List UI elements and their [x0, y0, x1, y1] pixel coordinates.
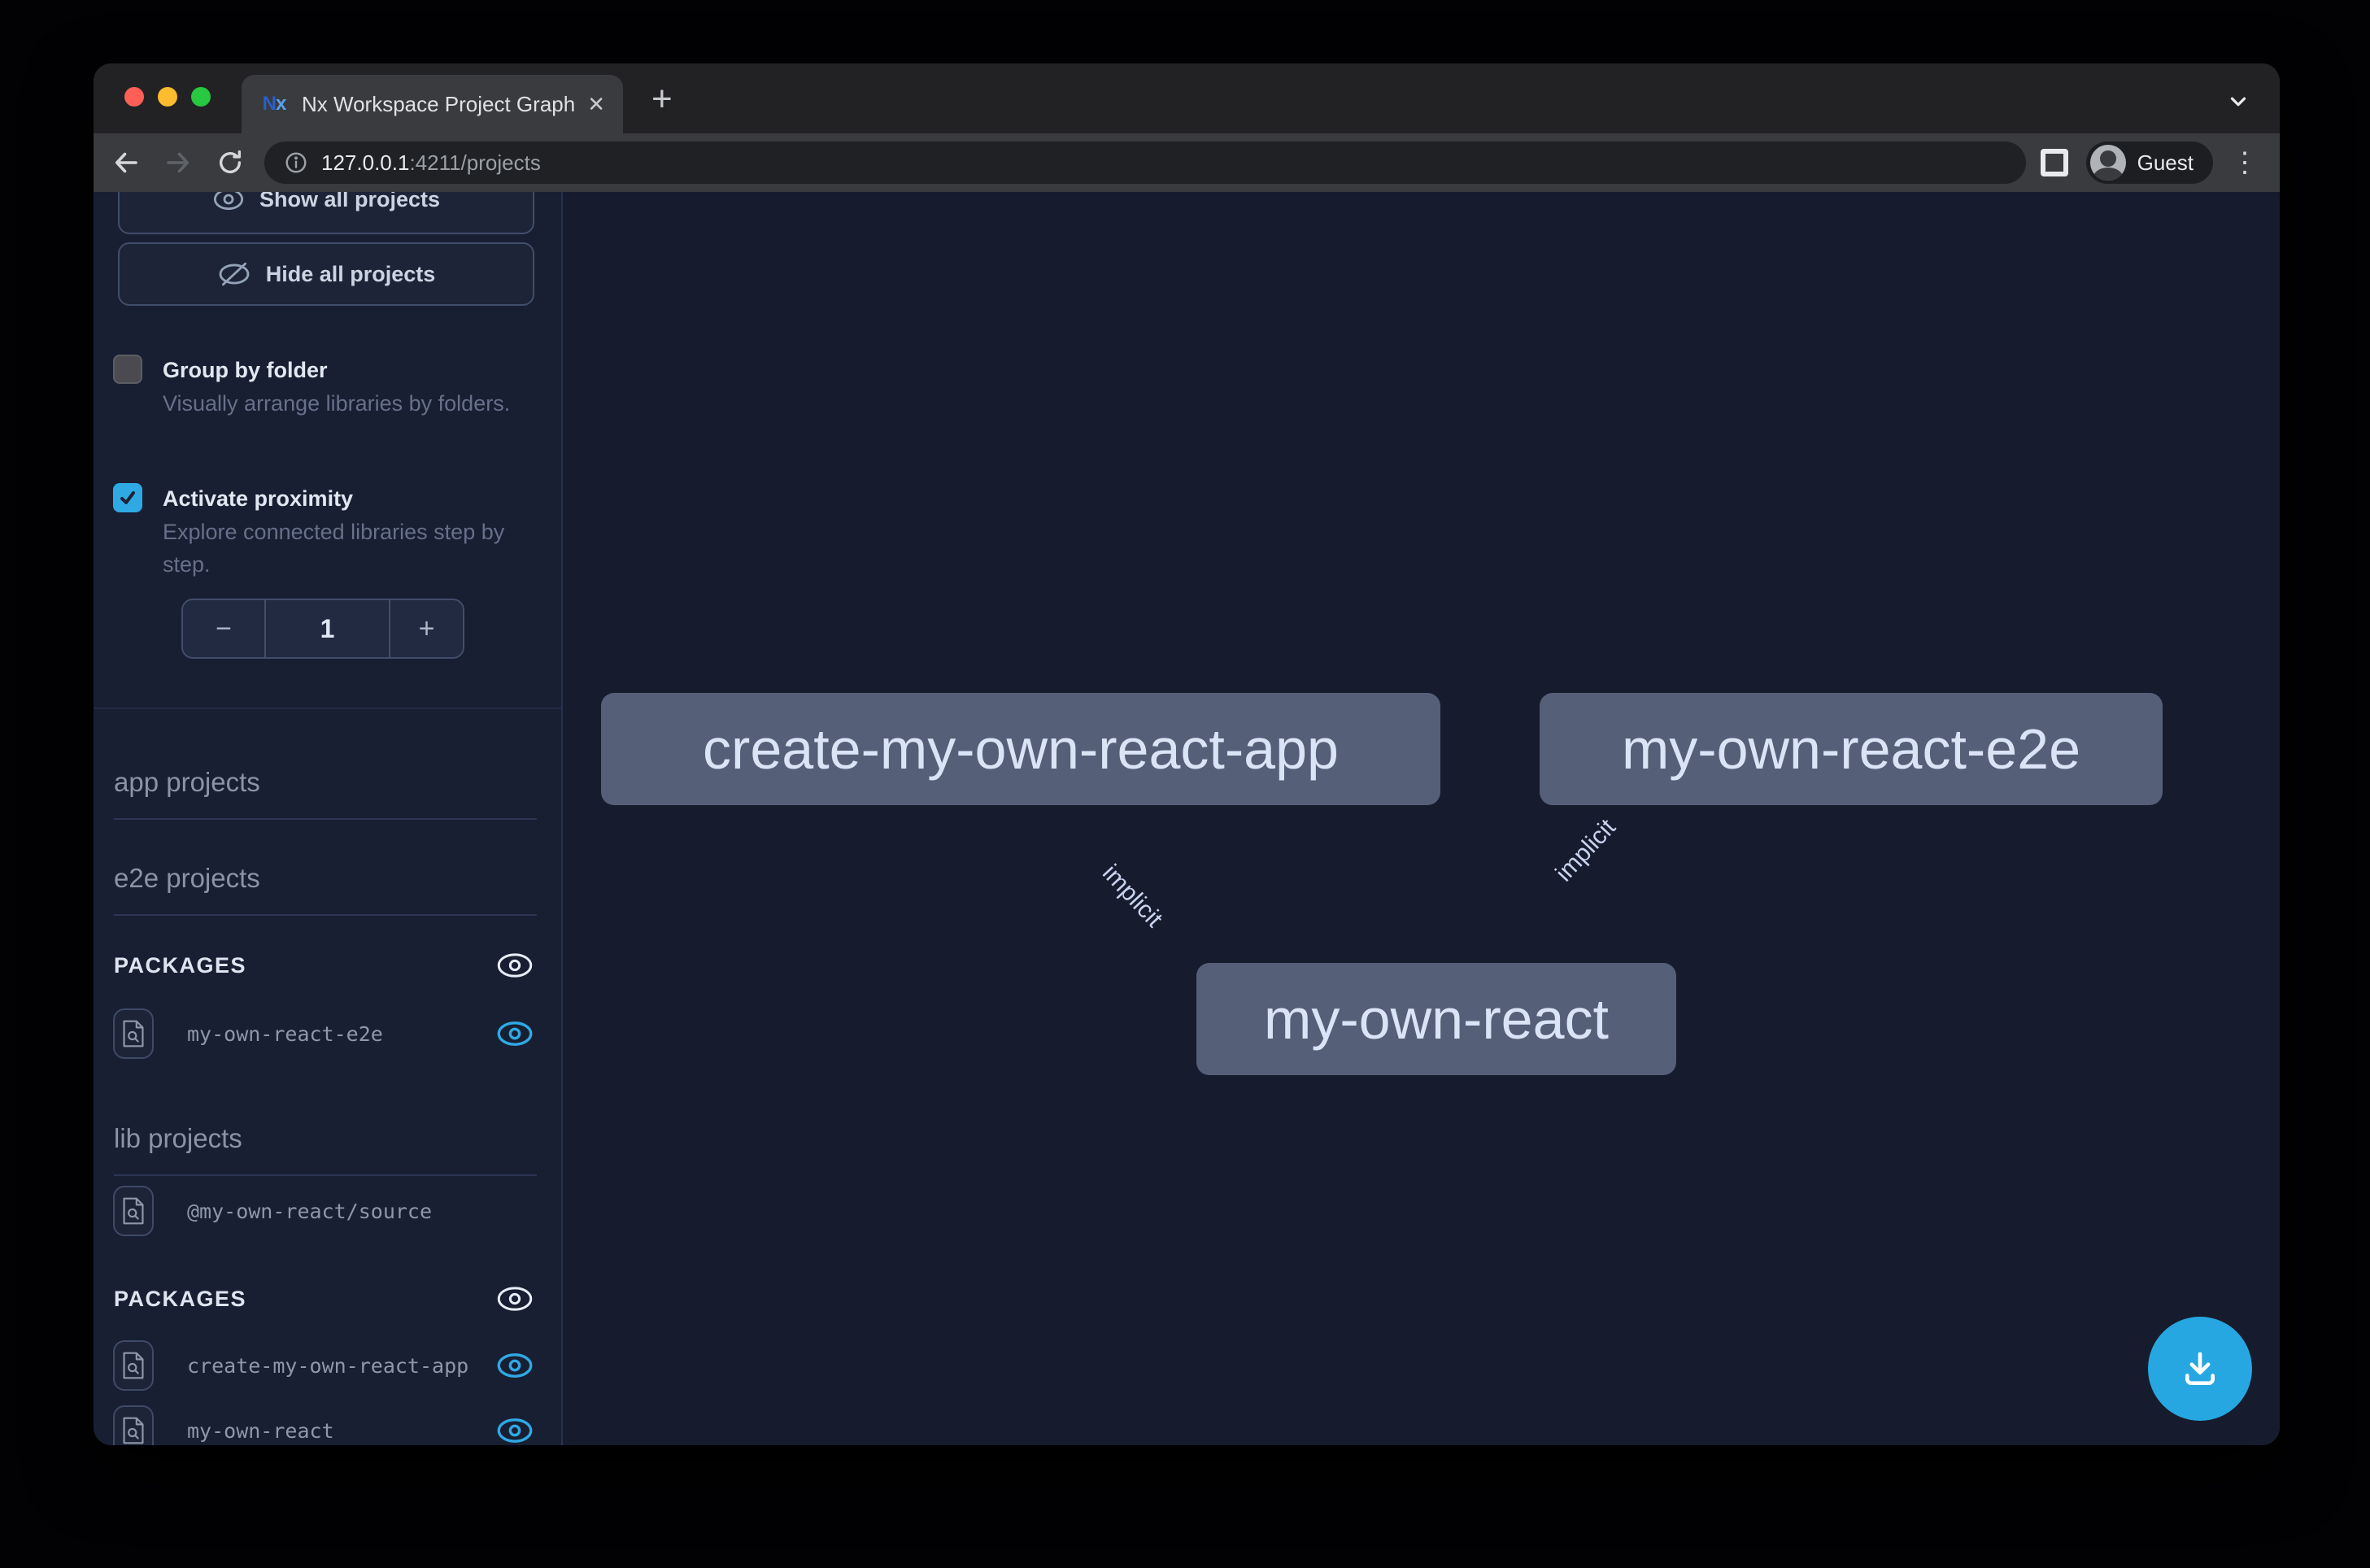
packages-label: PACKAGES	[114, 953, 246, 978]
option-description: Explore connected libraries step by step…	[163, 516, 547, 581]
document-search-icon	[122, 1351, 145, 1380]
back-button[interactable]	[100, 137, 152, 189]
minimize-window-button[interactable]	[158, 87, 177, 107]
close-window-button[interactable]	[124, 87, 144, 107]
activate-proximity-checkbox[interactable]	[113, 483, 142, 512]
new-tab-button[interactable]: +	[651, 81, 673, 117]
avatar	[2090, 145, 2126, 181]
tab-title: Nx Workspace Project Graph	[302, 92, 576, 117]
forward-button[interactable]	[152, 137, 204, 189]
graph-edges	[563, 192, 807, 314]
focus-project-button[interactable]	[113, 1405, 154, 1445]
focus-project-button[interactable]	[113, 1008, 154, 1059]
show-all-label: Show all projects	[259, 192, 440, 212]
browser-tab[interactable]: Nx Nx Workspace Project Graph ✕	[242, 75, 623, 133]
proximity-increment-button[interactable]: +	[390, 600, 463, 657]
tab-close-icon[interactable]: ✕	[587, 94, 605, 115]
project-row-my-own-react-e2e: my-own-react-e2e	[113, 1008, 534, 1059]
tab-strip: Nx Nx Workspace Project Graph ✕ +	[94, 63, 2280, 133]
reload-button[interactable]	[204, 137, 256, 189]
side-panel-icon[interactable]	[2041, 149, 2068, 176]
download-icon	[2176, 1345, 2224, 1392]
url-host: 127.0.0.1	[321, 150, 409, 175]
packages-header-lib: PACKAGES	[114, 1280, 534, 1318]
sidebar-divider	[94, 708, 561, 709]
site-info-icon[interactable]	[284, 150, 308, 175]
option-description: Visually arrange libraries by folders.	[163, 387, 547, 420]
option-activate-proximity: Activate proximity Explore connected lib…	[113, 483, 536, 581]
profile-button[interactable]: Guest	[2086, 142, 2213, 184]
show-all-projects-button[interactable]: Show all projects	[118, 192, 534, 234]
project-visible-eye-icon[interactable]	[496, 1352, 534, 1379]
url-path: :4211/projects	[409, 150, 540, 175]
tab-list-chevron-down-icon[interactable]	[2226, 89, 2250, 118]
toggle-all-eye-icon[interactable]	[496, 1286, 534, 1312]
document-search-icon	[122, 1196, 145, 1226]
project-visible-eye-icon[interactable]	[496, 1021, 534, 1047]
sidebar: Show all projects Hide all projects Grou…	[94, 192, 563, 1445]
download-graph-button[interactable]	[2148, 1317, 2252, 1421]
project-name[interactable]: my-own-react	[187, 1419, 334, 1443]
focus-project-button[interactable]	[113, 1186, 154, 1236]
check-icon	[118, 488, 137, 507]
option-label: Group by folder	[163, 355, 536, 385]
profile-label: Guest	[2137, 150, 2194, 176]
project-name[interactable]: create-my-own-react-app	[187, 1354, 468, 1378]
proximity-decrement-button[interactable]: −	[183, 600, 266, 657]
group-by-folder-checkbox[interactable]	[113, 355, 142, 384]
eye-icon	[212, 192, 245, 211]
packages-label: PACKAGES	[114, 1287, 246, 1312]
app-projects-header: app projects	[114, 766, 537, 820]
toggle-all-eye-icon[interactable]	[496, 952, 534, 978]
proximity-stepper: − 1 +	[181, 599, 464, 659]
zoom-window-button[interactable]	[191, 87, 211, 107]
edge-label-implicit: implicit	[1096, 860, 1167, 933]
e2e-projects-header: e2e projects	[114, 862, 537, 916]
proximity-value: 1	[266, 600, 390, 657]
edge-label-implicit: implicit	[1550, 814, 1621, 887]
graph-node-my-own-react[interactable]: my-own-react	[1196, 963, 1676, 1075]
url-text: 127.0.0.1:4211/projects	[321, 150, 541, 176]
document-search-icon	[122, 1019, 145, 1048]
browser-menu-button[interactable]: ⋮	[2231, 146, 2259, 179]
graph-node-create-my-own-react-app[interactable]: create-my-own-react-app	[601, 693, 1440, 805]
page-content: Show all projects Hide all projects Grou…	[94, 192, 2280, 1445]
graph-node-my-own-react-e2e[interactable]: my-own-react-e2e	[1540, 693, 2163, 805]
focus-project-button[interactable]	[113, 1340, 154, 1391]
document-search-icon	[122, 1416, 145, 1445]
browser-window: Nx Nx Workspace Project Graph ✕ + 127.0.…	[94, 63, 2280, 1445]
project-name[interactable]: my-own-react-e2e	[187, 1022, 383, 1046]
browser-toolbar: 127.0.0.1:4211/projects Guest ⋮	[94, 133, 2280, 192]
project-row-my-own-react: my-own-react	[113, 1405, 534, 1445]
option-group-by-folder: Group by folder Visually arrange librari…	[113, 355, 536, 420]
address-bar[interactable]: 127.0.0.1:4211/projects	[264, 142, 2026, 184]
graph-canvas[interactable]: create-my-own-react-app my-own-react-e2e m…	[563, 192, 2280, 1445]
project-visible-eye-icon[interactable]	[496, 1418, 534, 1444]
hide-all-projects-button[interactable]: Hide all projects	[118, 242, 534, 306]
project-name[interactable]: @my-own-react/source	[187, 1200, 432, 1223]
eye-off-icon	[217, 260, 251, 288]
project-row-create-my-own-react-app: create-my-own-react-app	[113, 1340, 534, 1391]
option-label: Activate proximity	[163, 483, 536, 514]
project-row-my-own-react-source: @my-own-react/source	[113, 1186, 534, 1236]
hide-all-label: Hide all projects	[266, 262, 436, 287]
nx-logo-icon: Nx	[259, 89, 289, 119]
lib-projects-header: lib projects	[114, 1122, 537, 1176]
packages-header-e2e: PACKAGES	[114, 947, 534, 984]
